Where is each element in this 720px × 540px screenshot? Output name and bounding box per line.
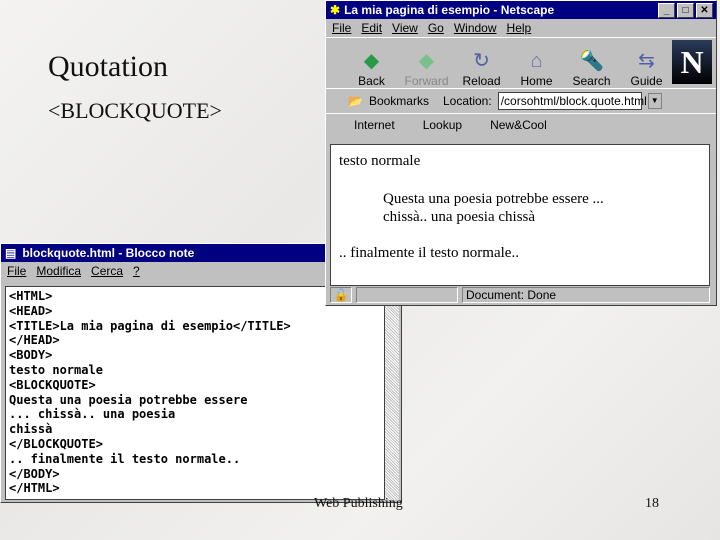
security-lock-icon[interactable]: 🔓 [330,287,352,303]
location-toolbar: 📂 Bookmarks Location: /corsohtml/block.q… [326,88,716,113]
back-label: Back [358,74,385,88]
reload-button[interactable]: ↻ Reload [454,48,509,88]
home-icon: ⌂ [530,50,543,72]
menu-view[interactable]: View [392,21,418,35]
search-label: Search [572,74,611,88]
menu-help[interactable]: Help [507,21,532,35]
bookmarks-icon: 📂 [348,94,363,108]
forward-button[interactable]: ◆ Forward [399,48,454,88]
reload-label: Reload [462,74,501,88]
lookup-button[interactable]: Lookup [423,118,462,132]
personal-toolbar: Internet Lookup New&Cool [326,113,716,136]
menu-file[interactable]: File [7,264,26,278]
reload-icon: ↻ [473,50,490,72]
page-content: testo normale Questa una poesia potrebbe… [330,144,710,286]
forward-icon: ◆ [418,50,435,72]
end-text: .. finalmente il testo normale.. [339,245,519,261]
slide-title: Quotation [48,50,168,83]
forward-label: Forward [404,74,449,88]
netscape-icon: ✱ [330,3,341,17]
back-button[interactable]: ◆ Back [344,48,399,88]
status-text: Document: Done [462,287,710,303]
close-button[interactable]: ✕ [696,2,713,18]
bookmarks-button[interactable]: Bookmarks [369,94,429,108]
menu-edit[interactable]: Edit [361,21,382,35]
search-button[interactable]: 🔦 Search [564,48,619,88]
menu-modifica[interactable]: Modifica [36,264,81,278]
guide-label: Guide [630,74,663,88]
progress-area [356,287,458,303]
search-icon: 🔦 [579,50,604,72]
home-button[interactable]: ⌂ Home [509,48,564,88]
browser-window: ✱ La mia pagina di esempio - Netscape _ □ ✕… [325,0,717,306]
menu-go[interactable]: Go [428,21,444,35]
notepad-icon: ▤ [5,246,17,260]
location-input[interactable]: /corsohtml/block.quote.html [497,92,647,110]
normal-text: testo normale [339,153,421,169]
blockquote-line-2: chissà.. una poesia chissà [383,209,536,225]
slide-footer: Web Publishing [314,496,403,511]
notepad-text-area[interactable]: <HTML> <HEAD> <TITLE>La mia pagina di es… [5,286,385,500]
location-dropdown-button[interactable]: ▼ [647,93,662,109]
minimize-button[interactable]: _ [658,2,675,18]
menu-file[interactable]: File [332,21,351,35]
newcool-button[interactable]: New&Cool [490,118,547,132]
netscape-logo: N [672,40,712,84]
menu-help[interactable]: ? [133,264,140,278]
navigation-toolbar: ◆ Back ◆ Forward ↻ Reload ⌂ Home 🔦 Search ⇆ Gu… [326,37,716,88]
guide-icon: ⇆ [638,50,655,72]
browser-menubar: File Edit View Go Window Help [326,19,716,37]
slide-subtitle: <BLOCKQUOTE> [48,98,222,123]
status-bar: 🔓 Document: Done [330,287,710,303]
guide-button[interactable]: ⇆ Guide [619,48,674,88]
menu-window[interactable]: Window [454,21,497,35]
home-label: Home [520,74,553,88]
browser-titlebar: ✱ La mia pagina di esempio - Netscape _ □ ✕ [326,1,716,19]
location-label: Location: [442,94,492,108]
slide-page-number: 18 [645,496,659,511]
internet-button[interactable]: Internet [354,118,395,132]
browser-title: La mia pagina di esempio - Netscape [344,3,555,17]
vertical-scrollbar[interactable] [385,286,399,500]
blockquote-line-1: Questa una poesia potrebbe essere ... [383,191,604,207]
back-icon: ◆ [363,50,380,72]
maximize-button[interactable]: □ [677,2,694,18]
menu-cerca[interactable]: Cerca [91,264,123,278]
notepad-title: blockquote.html - Blocco note [22,246,195,260]
